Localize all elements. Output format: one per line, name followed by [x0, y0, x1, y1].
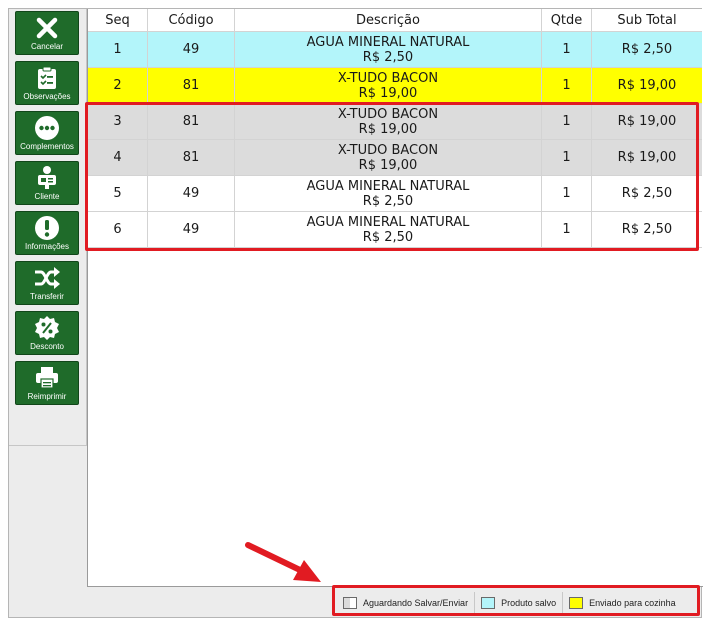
table-row[interactable]: 5 49 AGUA MINERAL NATURAL R$ 2,50 1 R$ 2… — [88, 176, 702, 212]
cell-qtde: 1 — [542, 32, 592, 67]
legend-label-sent-kitchen: Enviado para cozinha — [589, 598, 676, 608]
cell-descricao: AGUA MINERAL NATURAL R$ 2,50 — [235, 212, 542, 247]
cell-qtde: 1 — [542, 68, 592, 103]
cell-subtotal: R$ 2,50 — [621, 42, 673, 57]
discount-button-label: Desconto — [30, 342, 64, 351]
cell-seq: 2 — [88, 68, 148, 103]
clipboard-icon — [16, 65, 78, 91]
cell-codigo: 49 — [148, 212, 235, 247]
information-button-label: Informações — [24, 242, 70, 251]
more-dots-icon — [16, 115, 78, 141]
item-name: X-TUDO BACON — [337, 70, 439, 86]
cell-seq: 5 — [88, 176, 148, 211]
close-icon — [16, 15, 78, 41]
item-price: R$ 19,00 — [358, 121, 418, 137]
cell-descricao: X-TUDO BACON R$ 19,00 — [235, 68, 542, 103]
legend-swatch-saved — [481, 597, 496, 609]
cell-descricao: X-TUDO BACON R$ 19,00 — [235, 140, 542, 175]
customer-icon — [16, 165, 78, 191]
cell-subtotal: R$ 19,00 — [617, 114, 677, 129]
legend-item-pending: Aguardando Salvar/Enviar — [337, 592, 476, 614]
table-row[interactable]: 2 81 X-TUDO BACON R$ 19,00 1 R$ 19,00 — [88, 68, 702, 104]
legend-swatch-pending — [343, 597, 357, 609]
info-icon — [16, 215, 78, 241]
cell-subtotal: R$ 2,50 — [621, 186, 673, 201]
transfer-button[interactable]: Transferir — [15, 261, 79, 305]
cell-subtotal: R$ 19,00 — [617, 78, 677, 93]
item-price: R$ 19,00 — [358, 85, 418, 101]
item-name: X-TUDO BACON — [337, 142, 439, 158]
cancel-button-label: Cancelar — [30, 42, 63, 51]
header-codigo[interactable]: Código — [148, 9, 235, 31]
table-row[interactable]: 6 49 AGUA MINERAL NATURAL R$ 2,50 1 R$ 2… — [88, 212, 702, 248]
cell-descricao: AGUA MINERAL NATURAL R$ 2,50 — [235, 32, 542, 67]
cell-codigo: 49 — [148, 176, 235, 211]
observations-button[interactable]: Observações — [15, 61, 79, 105]
header-descricao[interactable]: Descrição — [235, 9, 542, 31]
item-name: X-TUDO BACON — [337, 106, 439, 122]
header-seq[interactable]: Seq — [88, 9, 148, 31]
status-legend: Aguardando Salvar/Enviar Produto salvo E… — [337, 591, 682, 615]
legend-item-sent-kitchen: Enviado para cozinha — [563, 592, 682, 614]
complements-button-label: Complementos — [20, 142, 74, 151]
table-header: Seq Código Descrição Qtde Sub Total — [88, 9, 702, 32]
legend-label-pending: Aguardando Salvar/Enviar — [363, 598, 469, 608]
cell-descricao: AGUA MINERAL NATURAL R$ 2,50 — [235, 176, 542, 211]
cell-qtde: 1 — [542, 140, 592, 175]
cell-seq: 1 — [88, 32, 148, 67]
information-button[interactable]: Informações — [15, 211, 79, 255]
observations-button-label: Observações — [23, 92, 71, 101]
shuffle-icon — [16, 265, 78, 291]
cell-codigo: 81 — [148, 104, 235, 139]
customer-button[interactable]: Cliente — [15, 161, 79, 205]
customer-button-label: Cliente — [34, 192, 60, 201]
item-name: AGUA MINERAL NATURAL — [306, 214, 470, 230]
action-sidebar: Cancelar Observações Complementos Client… — [9, 9, 87, 587]
order-items-table[interactable]: Seq Código Descrição Qtde Sub Total 1 49… — [87, 9, 703, 587]
item-price: R$ 19,00 — [358, 157, 418, 173]
table-row[interactable]: 3 81 X-TUDO BACON R$ 19,00 1 R$ 19,00 — [88, 104, 702, 140]
table-row[interactable]: 1 49 AGUA MINERAL NATURAL R$ 2,50 1 R$ 2… — [88, 32, 702, 68]
cell-qtde: 1 — [542, 104, 592, 139]
header-qtde[interactable]: Qtde — [542, 9, 592, 31]
sidebar-divider — [9, 445, 87, 446]
cell-codigo: 81 — [148, 140, 235, 175]
discount-button[interactable]: Desconto — [15, 311, 79, 355]
item-name: AGUA MINERAL NATURAL — [306, 34, 470, 50]
legend-item-saved: Produto salvo — [475, 592, 564, 614]
order-window: Cancelar Observações Complementos Client… — [8, 8, 703, 618]
table-row[interactable]: 4 81 X-TUDO BACON R$ 19,00 1 R$ 19,00 — [88, 140, 702, 176]
legend-swatch-sent-kitchen — [569, 597, 584, 609]
cell-seq: 6 — [88, 212, 148, 247]
header-subtotal[interactable]: Sub Total — [592, 9, 702, 31]
cell-seq: 3 — [88, 104, 148, 139]
cell-codigo: 81 — [148, 68, 235, 103]
item-price: R$ 2,50 — [362, 193, 414, 209]
cell-codigo: 49 — [148, 32, 235, 67]
reprint-button[interactable]: Reimprimir — [15, 361, 79, 405]
item-price: R$ 2,50 — [362, 49, 414, 65]
printer-icon — [16, 365, 78, 391]
cell-subtotal: R$ 2,50 — [621, 222, 673, 237]
cell-qtde: 1 — [542, 212, 592, 247]
cell-descricao: X-TUDO BACON R$ 19,00 — [235, 104, 542, 139]
cancel-button[interactable]: Cancelar — [15, 11, 79, 55]
cell-seq: 4 — [88, 140, 148, 175]
discount-badge-icon — [16, 315, 78, 341]
transfer-button-label: Transferir — [30, 292, 64, 301]
legend-label-saved: Produto salvo — [501, 598, 557, 608]
complements-button[interactable]: Complementos — [15, 111, 79, 155]
reprint-button-label: Reimprimir — [27, 392, 67, 401]
item-price: R$ 2,50 — [362, 229, 414, 245]
cell-subtotal: R$ 19,00 — [617, 150, 677, 165]
cell-qtde: 1 — [542, 176, 592, 211]
item-name: AGUA MINERAL NATURAL — [306, 178, 470, 194]
